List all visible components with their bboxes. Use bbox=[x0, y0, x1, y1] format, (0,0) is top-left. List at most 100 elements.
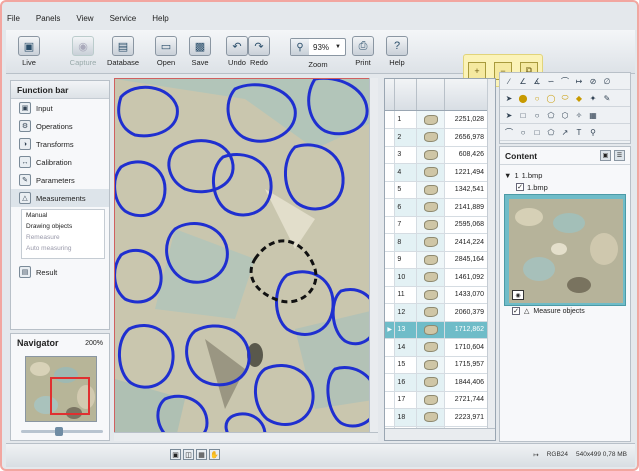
circle-draw-icon[interactable]: ○ bbox=[517, 126, 529, 138]
text-tool-icon[interactable]: T bbox=[573, 126, 585, 138]
table-row[interactable]: 1 2251,028 bbox=[385, 111, 488, 129]
thumbnail-view-icon[interactable]: ▣ bbox=[600, 150, 611, 161]
hex-select-icon[interactable]: ⬡ bbox=[559, 109, 571, 121]
marker-tool-icon[interactable]: ⚲ bbox=[587, 126, 599, 138]
image-horizontal-scrollbar[interactable] bbox=[114, 432, 378, 441]
table-row[interactable]: 12 2060,379 bbox=[385, 303, 488, 322]
tree-child[interactable]: ✓ 1.bmp bbox=[504, 181, 626, 193]
poly-select-icon[interactable]: ⬠ bbox=[545, 109, 557, 121]
angle-tool-icon[interactable]: ∡ bbox=[531, 75, 543, 87]
square-draw-icon[interactable]: □ bbox=[531, 126, 543, 138]
table-row[interactable]: 2 2656,978 bbox=[385, 128, 488, 147]
polyline-tool-icon[interactable]: ∠ bbox=[517, 75, 529, 87]
table-vertical-scrollbar[interactable] bbox=[487, 79, 495, 440]
line-tool-icon[interactable]: ∕ bbox=[503, 75, 515, 87]
table-row[interactable]: 7 2595,068 bbox=[385, 216, 488, 234]
table-row[interactable]: 4 1221,494 bbox=[385, 163, 488, 182]
open-button[interactable]: ▭ Open bbox=[149, 36, 183, 67]
ellipse-select-icon[interactable]: ○ bbox=[531, 109, 543, 121]
content-thumbnail[interactable]: ◉ bbox=[504, 194, 626, 306]
menu-service[interactable]: Service bbox=[109, 14, 138, 30]
redo-button[interactable]: ↷ Redo bbox=[242, 36, 276, 67]
curve-tool-icon[interactable]: ∽ bbox=[545, 75, 557, 87]
split-view-icon[interactable]: ◫ bbox=[183, 449, 194, 460]
oval-tool-icon[interactable]: ⬭ bbox=[559, 92, 571, 104]
table-row[interactable]: 5 1342,541 bbox=[385, 181, 488, 199]
table-row[interactable]: 3 608,426 bbox=[385, 146, 488, 164]
header-value[interactable] bbox=[445, 79, 488, 110]
menu-panels[interactable]: Panels bbox=[35, 14, 61, 30]
help-button[interactable]: ? Help bbox=[380, 36, 414, 67]
wand-tool-icon[interactable]: ✦ bbox=[587, 92, 599, 104]
select-tool-icon[interactable]: ➤ bbox=[503, 109, 515, 121]
arc-tool-icon[interactable]: ⌒ bbox=[559, 75, 571, 87]
row-shape-thumbnail bbox=[416, 181, 446, 199]
table-row[interactable]: 10 1461,092 bbox=[385, 268, 488, 287]
tree-root[interactable]: ▼ 1 1.bmp bbox=[504, 169, 626, 181]
navigator-thumbnail[interactable] bbox=[25, 356, 97, 422]
measure-tool-icon[interactable]: ↦ bbox=[573, 75, 585, 87]
pointer-tool-icon[interactable]: ➤ bbox=[503, 92, 515, 104]
table-row[interactable]: 11 1433,070 bbox=[385, 286, 488, 304]
list-view-icon[interactable]: ☰ bbox=[614, 150, 625, 161]
freehand-tool-icon[interactable]: ◯ bbox=[545, 92, 557, 104]
function-transforms[interactable]: ◑ Transforms bbox=[11, 135, 109, 153]
rect-select-icon[interactable]: □ bbox=[517, 109, 529, 121]
function-calibration[interactable]: ↔ Calibration bbox=[11, 153, 109, 171]
navigator-viewport-rect[interactable] bbox=[50, 377, 90, 415]
header-shape[interactable] bbox=[417, 79, 445, 110]
shape-draw-icon[interactable]: ⬠ bbox=[545, 126, 557, 138]
function-input[interactable]: ▣ Input bbox=[11, 99, 109, 117]
table-row[interactable]: 6 2141,889 bbox=[385, 198, 488, 217]
lasso-tool-icon[interactable]: ○ bbox=[531, 92, 543, 104]
pen-tool-icon[interactable]: ✎ bbox=[601, 92, 613, 104]
table-row[interactable]: ▶ 13 1712,862 bbox=[385, 321, 488, 339]
magic-select-icon[interactable]: ✧ bbox=[573, 109, 585, 121]
table-row[interactable]: 9 2845,164 bbox=[385, 251, 488, 269]
table-row[interactable]: 17 2721,744 bbox=[385, 391, 488, 409]
live-button[interactable]: ▣ Live bbox=[12, 36, 46, 67]
circle-line-tool-icon[interactable]: ⊘ bbox=[587, 75, 599, 87]
table-row[interactable]: 18 2223,971 bbox=[385, 408, 488, 427]
function-measurements[interactable]: △ Measurements bbox=[11, 189, 109, 207]
row-number: 12 bbox=[394, 303, 418, 322]
fill-select-icon[interactable]: ▦ bbox=[587, 109, 599, 121]
image-vertical-scrollbar[interactable] bbox=[369, 78, 378, 432]
table-row[interactable]: 8 2414,224 bbox=[385, 233, 488, 252]
hand-tool-icon[interactable]: ✋ bbox=[209, 449, 220, 460]
add-object-icon[interactable]: + bbox=[468, 61, 486, 80]
image-canvas[interactable] bbox=[114, 78, 378, 441]
measure-objects-checkbox[interactable]: ✓ bbox=[512, 307, 520, 315]
menu-file[interactable]: File bbox=[6, 14, 21, 30]
ellipse-tool-icon[interactable]: ⬤ bbox=[517, 92, 529, 104]
sub-manual[interactable]: Manual bbox=[22, 212, 104, 223]
table-row[interactable]: 16 1844,406 bbox=[385, 373, 488, 392]
print-button[interactable]: ⎙ Print bbox=[346, 36, 380, 67]
row-value: 2656,978 bbox=[444, 128, 488, 147]
function-result[interactable]: ▤ Result bbox=[11, 263, 109, 281]
null-tool-icon[interactable]: ∅ bbox=[601, 75, 613, 87]
database-button[interactable]: ▤ Database bbox=[106, 36, 140, 67]
single-view-icon[interactable]: ▣ bbox=[170, 449, 181, 460]
table-row[interactable]: 15 1715,957 bbox=[385, 356, 488, 374]
grain-shape-icon bbox=[423, 114, 438, 125]
grid-view-icon[interactable]: ▦ bbox=[196, 449, 207, 460]
arrow-draw-icon[interactable]: ↗ bbox=[559, 126, 571, 138]
function-parameters[interactable]: ✎ Parameters bbox=[11, 171, 109, 189]
menu-view[interactable]: View bbox=[75, 14, 94, 30]
function-operations[interactable]: ⚙ Operations bbox=[11, 117, 109, 135]
arc-draw-icon[interactable]: ⌒ bbox=[503, 126, 515, 138]
capture-button[interactable]: ◉ Capture bbox=[66, 36, 100, 67]
child-checkbox[interactable]: ✓ bbox=[516, 183, 524, 191]
measure-objects-row[interactable]: ✓ △ Measure objects bbox=[512, 307, 585, 315]
save-button[interactable]: ▩ Save bbox=[183, 36, 217, 67]
expand-icon[interactable]: ▼ bbox=[504, 171, 511, 180]
sub-drawing-objects[interactable]: Drawing objects bbox=[22, 223, 104, 234]
navigator-slider-knob[interactable] bbox=[55, 427, 63, 436]
menu-help[interactable]: Help bbox=[151, 14, 169, 30]
navigator-zoom[interactable]: 200% bbox=[85, 340, 103, 347]
header-number[interactable] bbox=[395, 79, 417, 110]
diamond-tool-icon[interactable]: ◆ bbox=[573, 92, 585, 104]
zoom-select[interactable]: ⚲ 93% ▼ bbox=[290, 38, 346, 56]
table-row[interactable]: 14 1710,604 bbox=[385, 338, 488, 357]
